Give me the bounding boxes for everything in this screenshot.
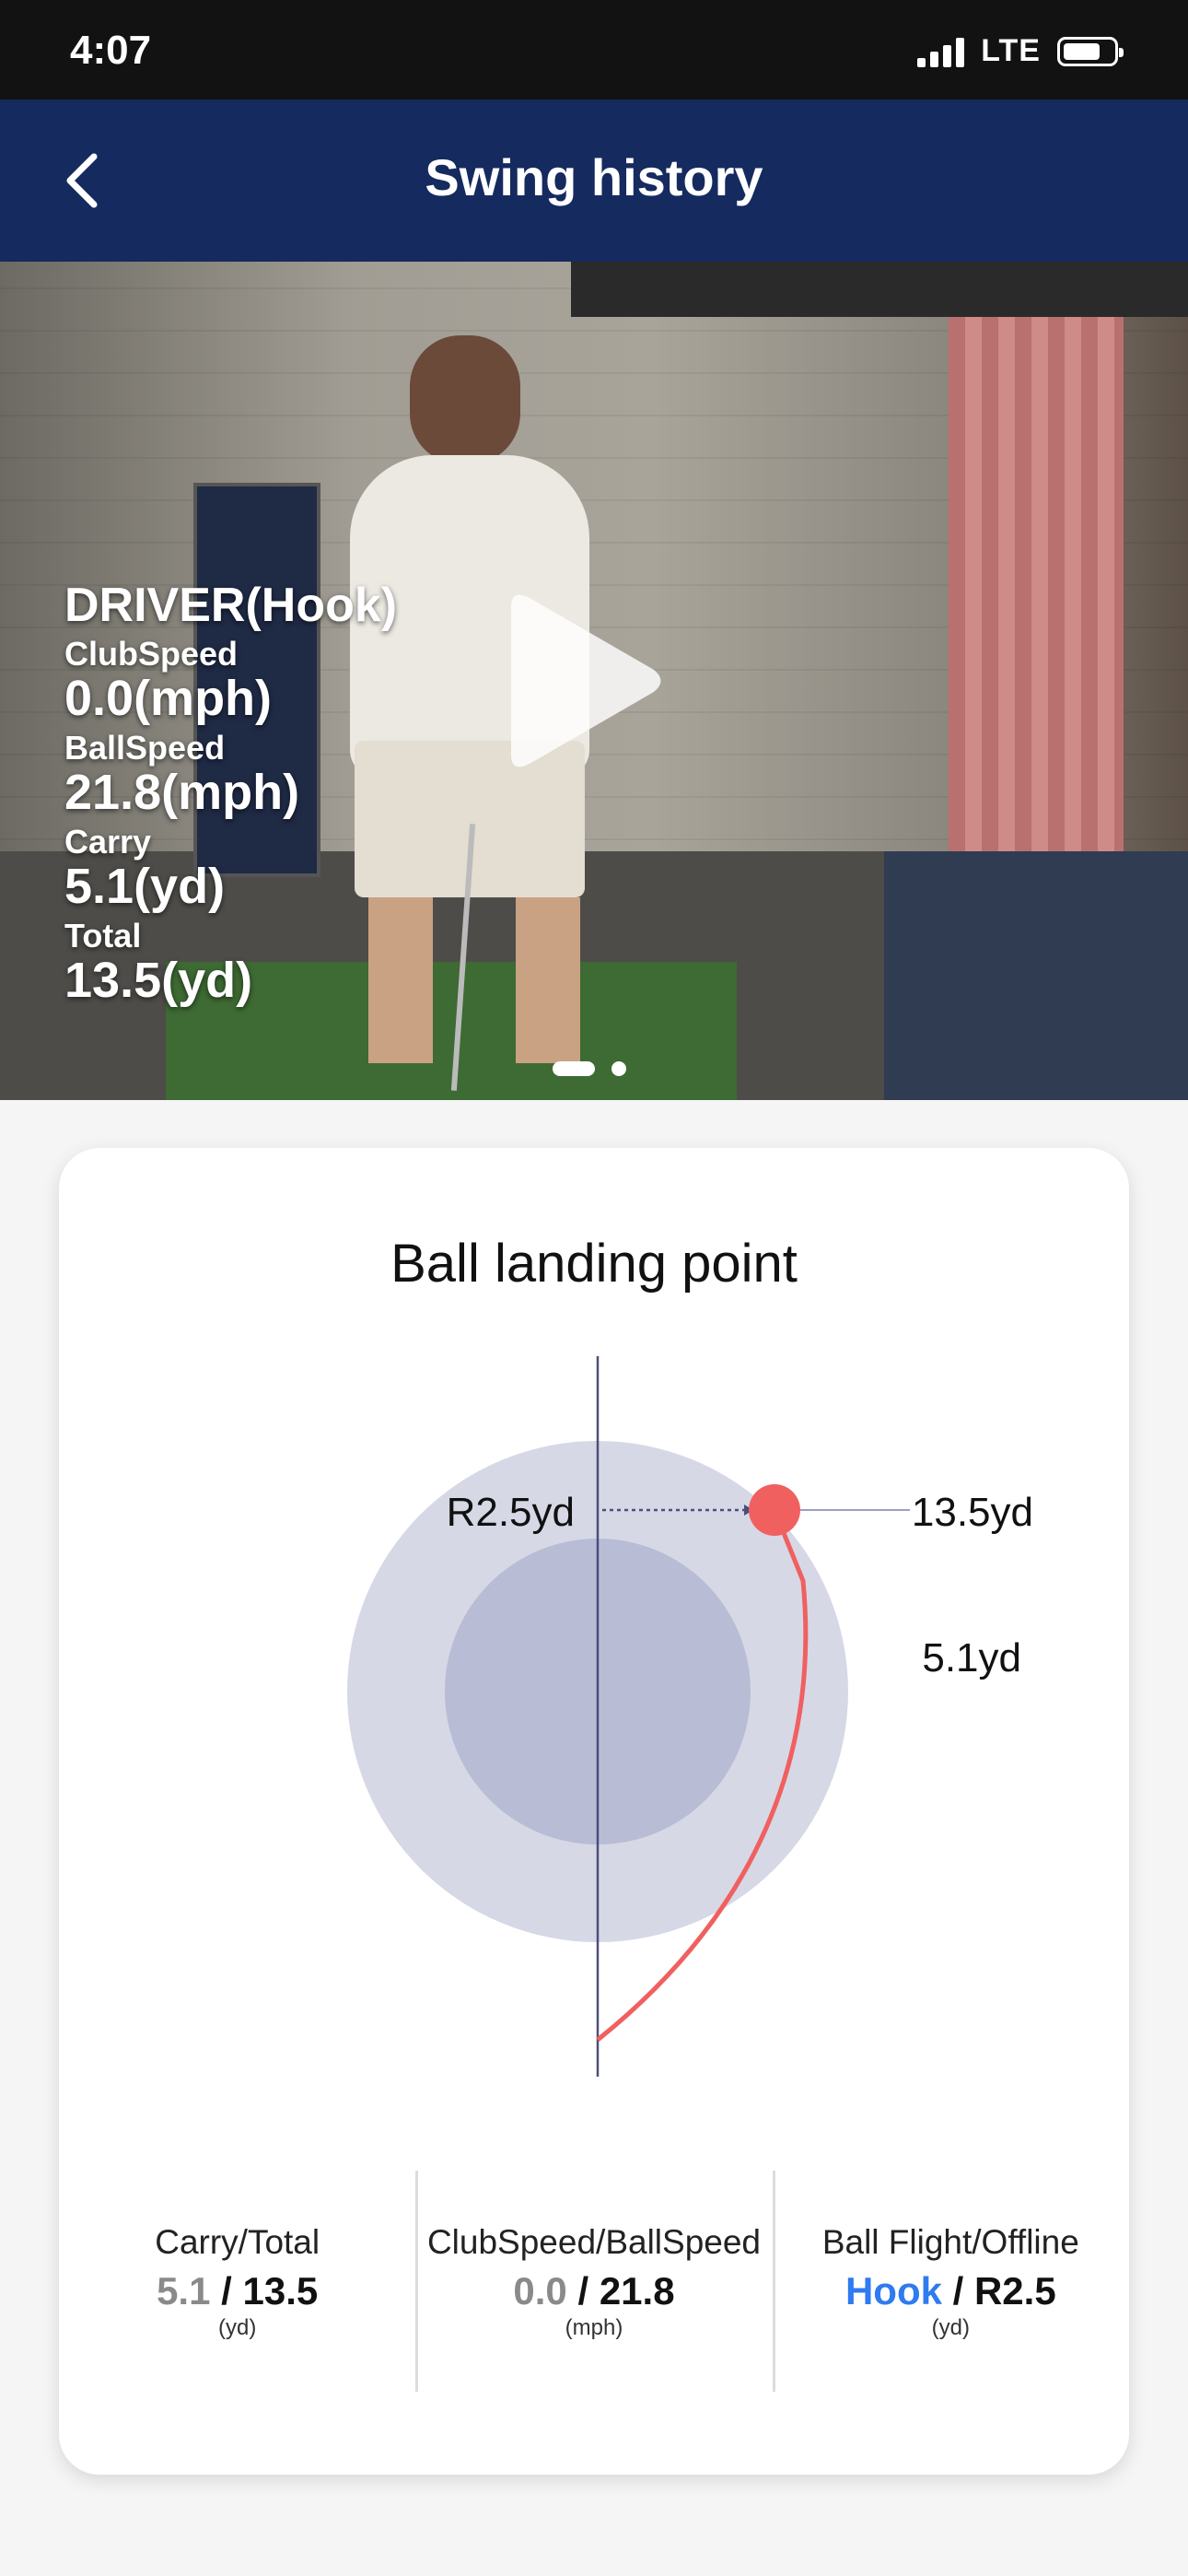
play-button[interactable] <box>502 589 668 773</box>
overlay-stat-value: 0.0(mph) <box>64 671 273 726</box>
stat-values: 0.0 / 21.8 <box>415 2268 772 2314</box>
page-title: Swing history <box>425 148 763 206</box>
page-indicator[interactable] <box>553 1061 626 1076</box>
status-indicators: LTE <box>917 33 1124 69</box>
stat-first-value: 0.0 <box>513 2269 567 2313</box>
stat-first-value: 5.1 <box>157 2269 211 2313</box>
summary-speeds: ClubSpeed/BallSpeed 0.0 / 21.8 (mph) <box>415 2171 772 2392</box>
status-bar: 4:07 LTE <box>0 0 1188 100</box>
stat-label: Ball Flight/Offline <box>821 2223 1079 2261</box>
stat-second-value: 13.5 <box>242 2269 319 2313</box>
status-time: 4:07 <box>70 28 152 73</box>
page-dot-active[interactable] <box>553 1061 595 1076</box>
battery-icon <box>1057 36 1124 66</box>
overlay-stat-value: 13.5(yd) <box>64 953 253 1008</box>
stat-separator: / <box>566 2269 600 2313</box>
stat-values: 5.1 / 13.5 <box>59 2268 415 2314</box>
summary-stats: Carry/Total 5.1 / 13.5 (yd) ClubSpeed/Ba… <box>59 2171 1129 2392</box>
overlay-stat-value: 21.8(mph) <box>64 765 300 820</box>
swing-video[interactable]: DRIVER(Hook) ClubSpeed 0.0(mph) BallSpee… <box>0 262 1188 1100</box>
club-result: DRIVER(Hook) <box>64 579 398 632</box>
overlay-stat-value: 5.1(yd) <box>64 859 226 914</box>
offline-label: R2.5yd <box>447 1490 575 1535</box>
summary-flight-offline: Ball Flight/Offline Hook / R2.5 (yd) <box>772 2171 1129 2392</box>
stat-first-value: Hook <box>844 2269 942 2313</box>
landing-point-marker <box>749 1484 800 1536</box>
stat-separator: / <box>210 2269 243 2313</box>
stat-values: Hook / R2.5 <box>773 2268 1129 2314</box>
signal-icon <box>917 36 965 67</box>
network-label: LTE <box>981 33 1041 68</box>
landing-card: Ball landing point R2.5yd 13.5yd 5.1yd C… <box>59 1148 1129 2475</box>
stat-unit: (yd) <box>931 2315 970 2340</box>
overlay-stat-label: Carry <box>64 823 152 861</box>
stat-unit: (yd) <box>217 2315 257 2340</box>
summary-carry-total: Carry/Total 5.1 / 13.5 (yd) <box>59 2171 415 2392</box>
total-label: 13.5yd <box>912 1490 1033 1535</box>
stat-second-value: 21.8 <box>599 2269 675 2313</box>
nav-bar: Swing history <box>0 100 1188 262</box>
stat-unit: (mph) <box>565 2315 623 2340</box>
stat-label: ClubSpeed/BallSpeed <box>426 2223 762 2261</box>
stat-label: Carry/Total <box>155 2223 320 2261</box>
carry-label: 5.1yd <box>922 1635 1021 1680</box>
stat-second-value: R2.5 <box>973 2269 1056 2313</box>
overlay-stat-label: ClubSpeed <box>64 635 239 673</box>
landing-diagram: R2.5yd 13.5yd 5.1yd <box>347 1356 1033 2077</box>
shot-overlay: DRIVER(Hook) ClubSpeed 0.0(mph) BallSpee… <box>64 580 397 1007</box>
page-dot[interactable] <box>611 1061 626 1076</box>
overlay-stat-label: Total <box>64 917 142 954</box>
play-icon <box>511 594 661 767</box>
overlay-stat-label: BallSpeed <box>64 729 226 767</box>
stat-separator: / <box>941 2269 974 2313</box>
